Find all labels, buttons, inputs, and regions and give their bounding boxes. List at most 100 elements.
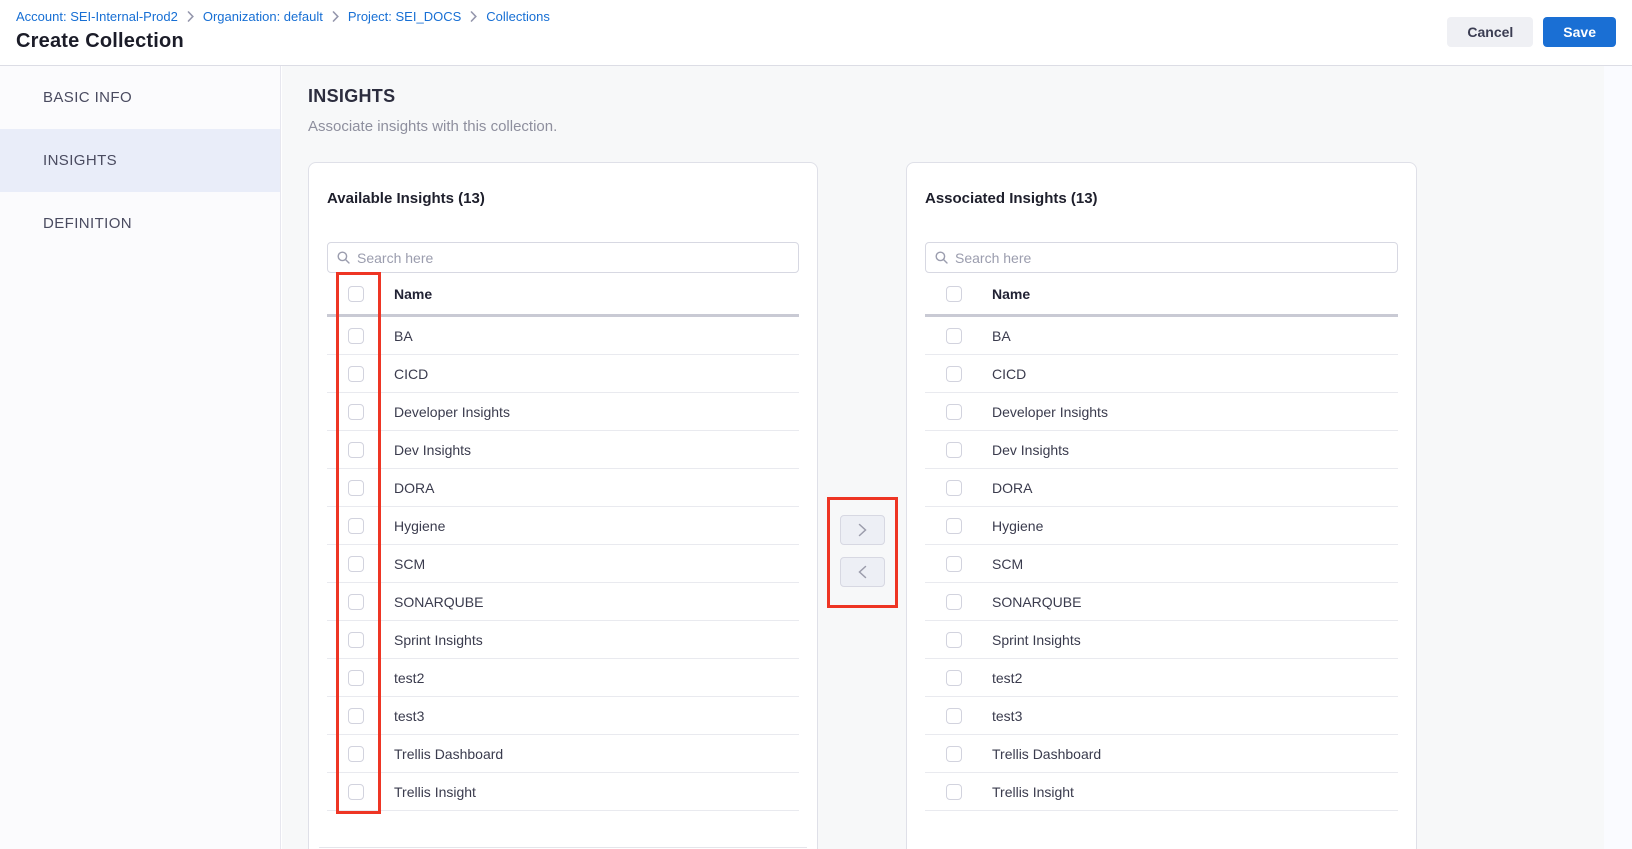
insight-name: DORA: [992, 480, 1032, 496]
table-row: Trellis Dashboard: [327, 735, 799, 773]
row-checkbox[interactable]: [946, 442, 962, 458]
associated-table-header: Name: [925, 273, 1398, 317]
table-row: Hygiene: [925, 507, 1398, 545]
row-checkbox[interactable]: [348, 556, 364, 572]
breadcrumb-account[interactable]: Account: SEI-Internal-Prod2: [16, 9, 178, 24]
row-checkbox[interactable]: [348, 746, 364, 762]
row-checkbox[interactable]: [348, 328, 364, 344]
row-checkbox[interactable]: [946, 366, 962, 382]
search-input[interactable]: [357, 250, 789, 266]
insight-name: test2: [992, 670, 1022, 686]
available-insights-panel: Available Insights (13) Name BA CICD Dev…: [308, 162, 818, 849]
insight-name: BA: [992, 328, 1011, 344]
create-collection-page: Account: SEI-Internal-Prod2 Organization…: [0, 0, 1632, 849]
panel-footer-divider: [319, 847, 807, 848]
table-row: Sprint Insights: [925, 621, 1398, 659]
row-checkbox[interactable]: [348, 632, 364, 648]
row-checkbox[interactable]: [348, 594, 364, 610]
insight-name: SONARQUBE: [992, 594, 1081, 610]
table-row: SONARQUBE: [327, 583, 799, 621]
table-row: CICD: [925, 355, 1398, 393]
search-input[interactable]: [955, 250, 1388, 266]
sidebar-item-basic-info[interactable]: BASIC INFO: [0, 66, 280, 129]
associated-insights-panel: Associated Insights (13) Name BA CICD De…: [906, 162, 1417, 849]
insight-name: Hygiene: [394, 518, 445, 534]
row-checkbox[interactable]: [946, 670, 962, 686]
row-checkbox[interactable]: [348, 518, 364, 534]
name-column-header: Name: [992, 286, 1030, 302]
row-checkbox[interactable]: [946, 480, 962, 496]
row-checkbox[interactable]: [946, 518, 962, 534]
sidebar-item-definition[interactable]: DEFINITION: [0, 192, 280, 255]
save-button[interactable]: Save: [1543, 17, 1616, 47]
select-all-checkbox[interactable]: [348, 286, 364, 302]
insight-name: Trellis Dashboard: [394, 746, 503, 762]
table-row: BA: [327, 317, 799, 355]
insight-name: Trellis Insight: [394, 784, 476, 800]
insight-name: CICD: [992, 366, 1026, 382]
breadcrumb-organization[interactable]: Organization: default: [203, 9, 323, 24]
table-row: Developer Insights: [925, 393, 1398, 431]
insight-name: DORA: [394, 480, 434, 496]
row-checkbox[interactable]: [946, 746, 962, 762]
table-row: test2: [327, 659, 799, 697]
table-row: test3: [327, 697, 799, 735]
table-row: DORA: [925, 469, 1398, 507]
row-checkbox[interactable]: [348, 404, 364, 420]
insight-name: Sprint Insights: [394, 632, 483, 648]
insight-name: BA: [394, 328, 413, 344]
row-checkbox[interactable]: [946, 556, 962, 572]
insight-name: test2: [394, 670, 424, 686]
insight-name: Dev Insights: [394, 442, 471, 458]
insight-name: test3: [992, 708, 1022, 724]
row-checkbox[interactable]: [946, 632, 962, 648]
section-title: INSIGHTS: [308, 86, 395, 107]
chevron-left-icon: [858, 565, 867, 579]
insight-name: Hygiene: [992, 518, 1043, 534]
row-checkbox[interactable]: [348, 366, 364, 382]
table-row: DORA: [327, 469, 799, 507]
row-checkbox[interactable]: [348, 784, 364, 800]
insight-name: Developer Insights: [992, 404, 1108, 420]
move-right-button[interactable]: [840, 515, 885, 545]
header-left: Account: SEI-Internal-Prod2 Organization…: [16, 9, 550, 53]
chevron-right-icon: [187, 11, 194, 22]
sidebar: BASIC INFO INSIGHTS DEFINITION: [0, 66, 281, 849]
select-all-checkbox[interactable]: [946, 286, 962, 302]
table-row: Developer Insights: [327, 393, 799, 431]
row-checkbox[interactable]: [348, 480, 364, 496]
available-table-header: Name: [327, 273, 799, 317]
table-row: Trellis Dashboard: [925, 735, 1398, 773]
table-row: test2: [925, 659, 1398, 697]
row-checkbox[interactable]: [348, 670, 364, 686]
move-left-button[interactable]: [840, 557, 885, 587]
page-title: Create Collection: [16, 30, 550, 53]
insight-name: Developer Insights: [394, 404, 510, 420]
row-checkbox[interactable]: [348, 442, 364, 458]
row-checkbox[interactable]: [946, 708, 962, 724]
row-checkbox[interactable]: [946, 404, 962, 420]
table-row: Hygiene: [327, 507, 799, 545]
breadcrumb-project[interactable]: Project: SEI_DOCS: [348, 9, 461, 24]
insight-name: SONARQUBE: [394, 594, 483, 610]
row-checkbox[interactable]: [946, 328, 962, 344]
transfer-controls: [818, 162, 906, 849]
table-row: Trellis Insight: [327, 773, 799, 811]
section-subtitle: Associate insights with this collection.: [308, 118, 557, 135]
table-row: BA: [925, 317, 1398, 355]
available-insights-title: Available Insights (13): [327, 189, 799, 209]
row-checkbox[interactable]: [946, 594, 962, 610]
cancel-button[interactable]: Cancel: [1447, 17, 1533, 47]
breadcrumb-collections[interactable]: Collections: [486, 9, 550, 24]
row-checkbox[interactable]: [946, 784, 962, 800]
insight-name: SCM: [394, 556, 425, 572]
row-checkbox[interactable]: [348, 708, 364, 724]
table-row: SCM: [327, 545, 799, 583]
insight-name: Trellis Dashboard: [992, 746, 1101, 762]
sidebar-item-insights[interactable]: INSIGHTS: [0, 129, 280, 192]
associated-insights-title: Associated Insights (13): [925, 189, 1398, 209]
scroll-gutter: [1604, 66, 1632, 849]
chevron-right-icon: [332, 11, 339, 22]
insight-name: CICD: [394, 366, 428, 382]
table-row: Sprint Insights: [327, 621, 799, 659]
